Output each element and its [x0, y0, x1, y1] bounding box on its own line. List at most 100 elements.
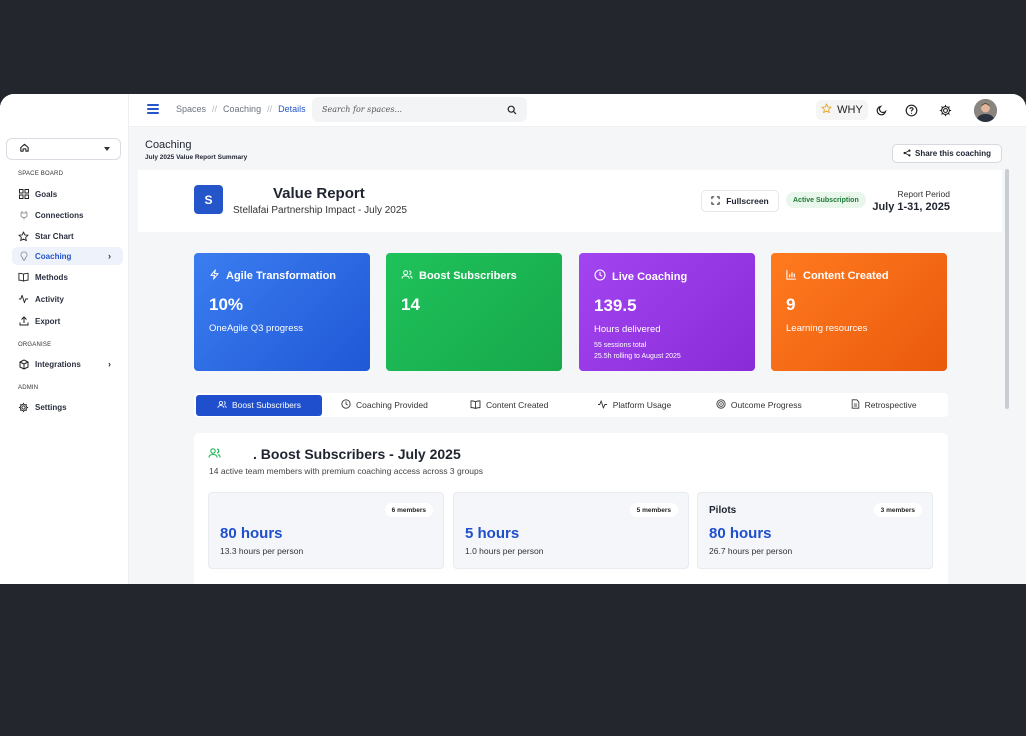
tab-platform-usage[interactable]: Platform Usage	[572, 395, 697, 416]
tab-retrospective[interactable]: Retrospective	[821, 395, 946, 416]
card-value: 10%	[209, 295, 244, 314]
tab-coaching-provided[interactable]: Coaching Provided	[322, 395, 447, 416]
group-card: 6 members 80 hours 13.3 hours per person	[208, 492, 444, 569]
report-header: S Value Report Stellafai Partnership Imp…	[138, 170, 1002, 232]
activity-icon	[18, 294, 29, 305]
sidebar-item-goals[interactable]: Goals	[12, 185, 123, 203]
card-description: Learning resources	[786, 323, 868, 334]
fullscreen-button[interactable]: Fullscreen	[701, 190, 779, 212]
group-card: Pilots 3 members 80 hours 26.7 hours per…	[697, 492, 933, 569]
card-title: Boost Subscribers	[419, 270, 517, 282]
stat-card-boost-subscribers: Boost Subscribers 14	[386, 253, 562, 371]
sidebar-item-activity[interactable]: Activity	[12, 290, 123, 308]
report-title: Value Report	[273, 185, 365, 202]
group-hours-per-person: 26.7 hours per person	[709, 546, 793, 556]
report-period-label: Report Period	[897, 189, 950, 199]
star-icon	[821, 103, 832, 117]
share-icon	[903, 148, 911, 159]
status-badge: Active Subscription	[786, 192, 866, 208]
sidebar-item-coaching[interactable]: Coaching ›	[12, 247, 123, 265]
tab-label: Platform Usage	[612, 400, 672, 410]
report-subtitle: Stellafai Partnership Impact - July 2025	[233, 205, 407, 216]
card-value: 139.5	[594, 296, 637, 315]
breadcrumb-separator: //	[267, 104, 273, 114]
sidebar-item-label: Activity	[35, 294, 64, 304]
why-label: WHY	[837, 104, 863, 116]
search-box	[312, 97, 527, 122]
share-label: Share this coaching	[914, 149, 992, 158]
book-icon	[18, 272, 29, 283]
book-icon	[470, 399, 481, 411]
group-card: 5 members 5 hours 1.0 hours per person	[453, 492, 689, 569]
hamburger-menu-icon[interactable]	[147, 104, 159, 114]
tab-label: Content Created	[486, 400, 549, 410]
sidebar-item-label: Coaching	[35, 251, 72, 261]
search-input[interactable]	[322, 105, 502, 114]
sidebar-item-connections[interactable]: Connections	[12, 206, 123, 224]
sidebar-item-label: Connections	[35, 210, 84, 220]
tab-label: Boost Subscribers	[232, 400, 301, 410]
report-tabs: Boost Subscribers Coaching Provided Cont…	[194, 393, 948, 417]
workspace-select[interactable]	[6, 138, 121, 160]
panel-title: . Boost Subscribers - July 2025	[253, 446, 461, 462]
group-hours: 80 hours	[220, 525, 283, 542]
sidebar-item-methods[interactable]: Methods	[12, 268, 123, 286]
tab-boost-subscribers[interactable]: Boost Subscribers	[196, 394, 322, 416]
scrollbar-thumb[interactable]	[1005, 169, 1009, 409]
clock-icon	[341, 399, 351, 411]
help-icon[interactable]	[904, 103, 918, 117]
card-title: Live Coaching	[612, 270, 688, 283]
tab-label: Coaching Provided	[355, 400, 428, 410]
star-icon	[18, 230, 29, 242]
sidebar: SPACE BOARD Goals Connections Star Chart…	[0, 94, 129, 584]
tab-label: Retrospective	[864, 400, 917, 410]
card-title: Agile Transformation	[226, 270, 337, 282]
tab-outcome-progress[interactable]: Outcome Progress	[696, 395, 821, 416]
target-icon	[716, 399, 726, 411]
topbar: Spaces // Coaching // Details WHY	[129, 94, 1026, 127]
sidebar-item-integrations[interactable]: Integrations ›	[12, 355, 123, 373]
card-value: 14	[401, 295, 420, 314]
tab-content-created[interactable]: Content Created	[447, 395, 572, 416]
group-hours: 5 hours	[465, 525, 520, 542]
main-content: Coaching July 2025 Value Report Summary …	[129, 127, 1026, 584]
sidebar-item-star-chart[interactable]: Star Chart	[12, 227, 123, 245]
activity-icon	[597, 399, 608, 411]
chevron-right-icon: ›	[108, 359, 111, 369]
stat-card-agile-transformation: Agile Transformation 10% OneAgile Q3 pro…	[194, 253, 370, 371]
why-button[interactable]: WHY	[816, 100, 868, 120]
share-button[interactable]: Share this coaching	[892, 144, 1002, 163]
member-count-badge: 5 members	[629, 503, 678, 517]
home-icon	[19, 140, 30, 158]
sidebar-item-label: Export	[35, 316, 61, 326]
search-icon[interactable]	[507, 105, 517, 115]
sidebar-item-settings[interactable]: Settings	[12, 398, 123, 416]
users-icon	[217, 400, 227, 411]
card-value: 9	[786, 295, 796, 314]
group-hours-per-person: 13.3 hours per person	[220, 546, 304, 556]
chevron-right-icon: ›	[108, 251, 111, 261]
bolt-icon	[209, 269, 220, 283]
sidebar-item-export[interactable]: Export	[12, 312, 123, 330]
grid-icon	[18, 189, 29, 200]
breadcrumb-separator: //	[212, 104, 218, 114]
gear-icon	[18, 402, 29, 413]
users-icon	[208, 446, 221, 462]
page-subtitle: July 2025 Value Report Summary	[145, 154, 248, 161]
card-title: Content Created	[803, 270, 889, 282]
avatar[interactable]	[974, 99, 997, 122]
member-count-badge: 6 members	[384, 503, 433, 517]
sidebar-item-label: Goals	[35, 189, 58, 199]
page-title: Coaching	[145, 139, 192, 151]
breadcrumb: Spaces // Coaching // Details	[176, 104, 306, 114]
breadcrumb-spaces[interactable]: Spaces	[176, 104, 206, 114]
sidebar-item-label: Settings	[35, 402, 67, 412]
breadcrumb-coaching[interactable]: Coaching	[223, 104, 261, 114]
sidebar-item-label: Methods	[35, 272, 68, 282]
card-note: 55 sessions total	[594, 342, 647, 349]
app-window: SPACE BOARD Goals Connections Star Chart…	[0, 94, 1026, 584]
fullscreen-icon	[711, 195, 720, 207]
moon-icon[interactable]	[875, 103, 889, 117]
panel-subtitle: 14 active team members with premium coac…	[209, 466, 484, 476]
gear-icon[interactable]	[938, 103, 952, 117]
